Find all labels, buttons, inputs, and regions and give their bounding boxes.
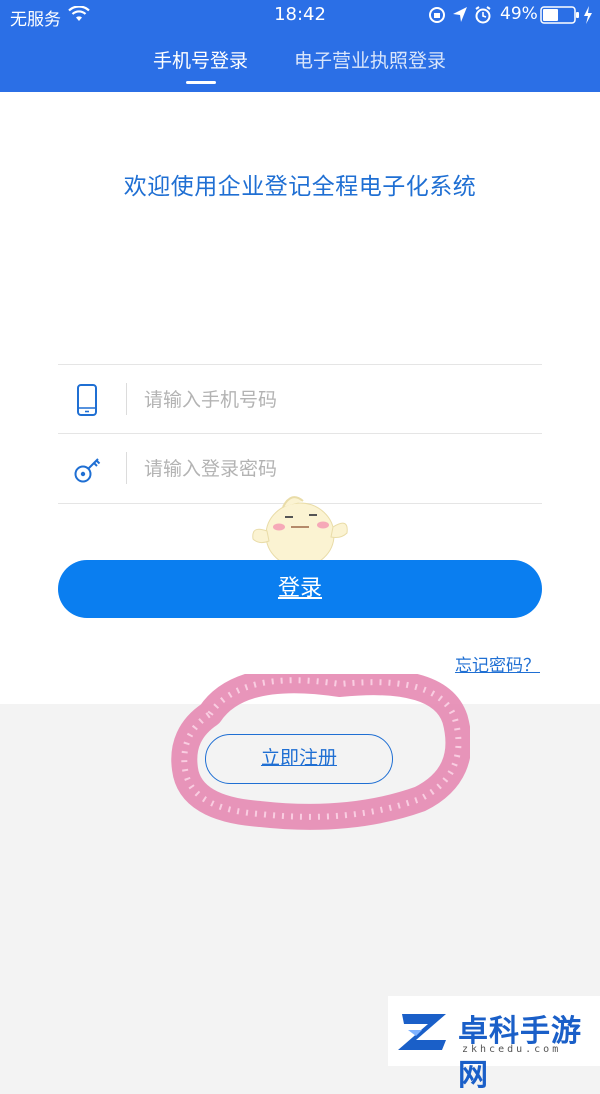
- phone-field-row: [58, 365, 542, 433]
- login-panel: 欢迎使用企业登记全程电子化系统 登录 忘记密码？: [0, 92, 600, 704]
- forgot-password-link[interactable]: 忘记密码？: [455, 651, 540, 676]
- password-input[interactable]: [142, 448, 526, 490]
- charging-icon: [584, 6, 592, 24]
- battery-percent: 49%: [500, 4, 538, 24]
- rotation-lock-icon: [429, 7, 445, 23]
- watermark: 卓科手游网 zkhcedu.com: [388, 996, 600, 1093]
- password-field-separator: [126, 452, 127, 484]
- welcome-title: 欢迎使用企业登记全程电子化系统: [123, 174, 477, 200]
- key-icon: [74, 458, 101, 483]
- tab-phone-login[interactable]: 手机号登录: [153, 46, 248, 73]
- phone-field-separator: [126, 383, 127, 415]
- login-button[interactable]: 登录: [58, 560, 542, 618]
- phone-icon: [77, 384, 97, 416]
- watermark-url: zkhcedu.com: [462, 1044, 562, 1055]
- app-header: 无服务 18:42 49% 手机号登录 电子营业执照登录: [0, 0, 600, 92]
- battery-icon: [540, 6, 579, 24]
- login-tabs: 手机号登录 电子营业执照登录: [0, 44, 600, 92]
- register-button[interactable]: 立即注册: [205, 734, 393, 784]
- status-bar: 无服务 18:42 49%: [0, 0, 600, 30]
- watermark-logo-icon: [398, 1014, 446, 1050]
- alarm-icon: [475, 6, 491, 24]
- active-tab-indicator: [186, 81, 216, 84]
- tab-license-login[interactable]: 电子营业执照登录: [294, 46, 446, 73]
- location-icon: [453, 7, 467, 22]
- phone-input[interactable]: [142, 379, 526, 421]
